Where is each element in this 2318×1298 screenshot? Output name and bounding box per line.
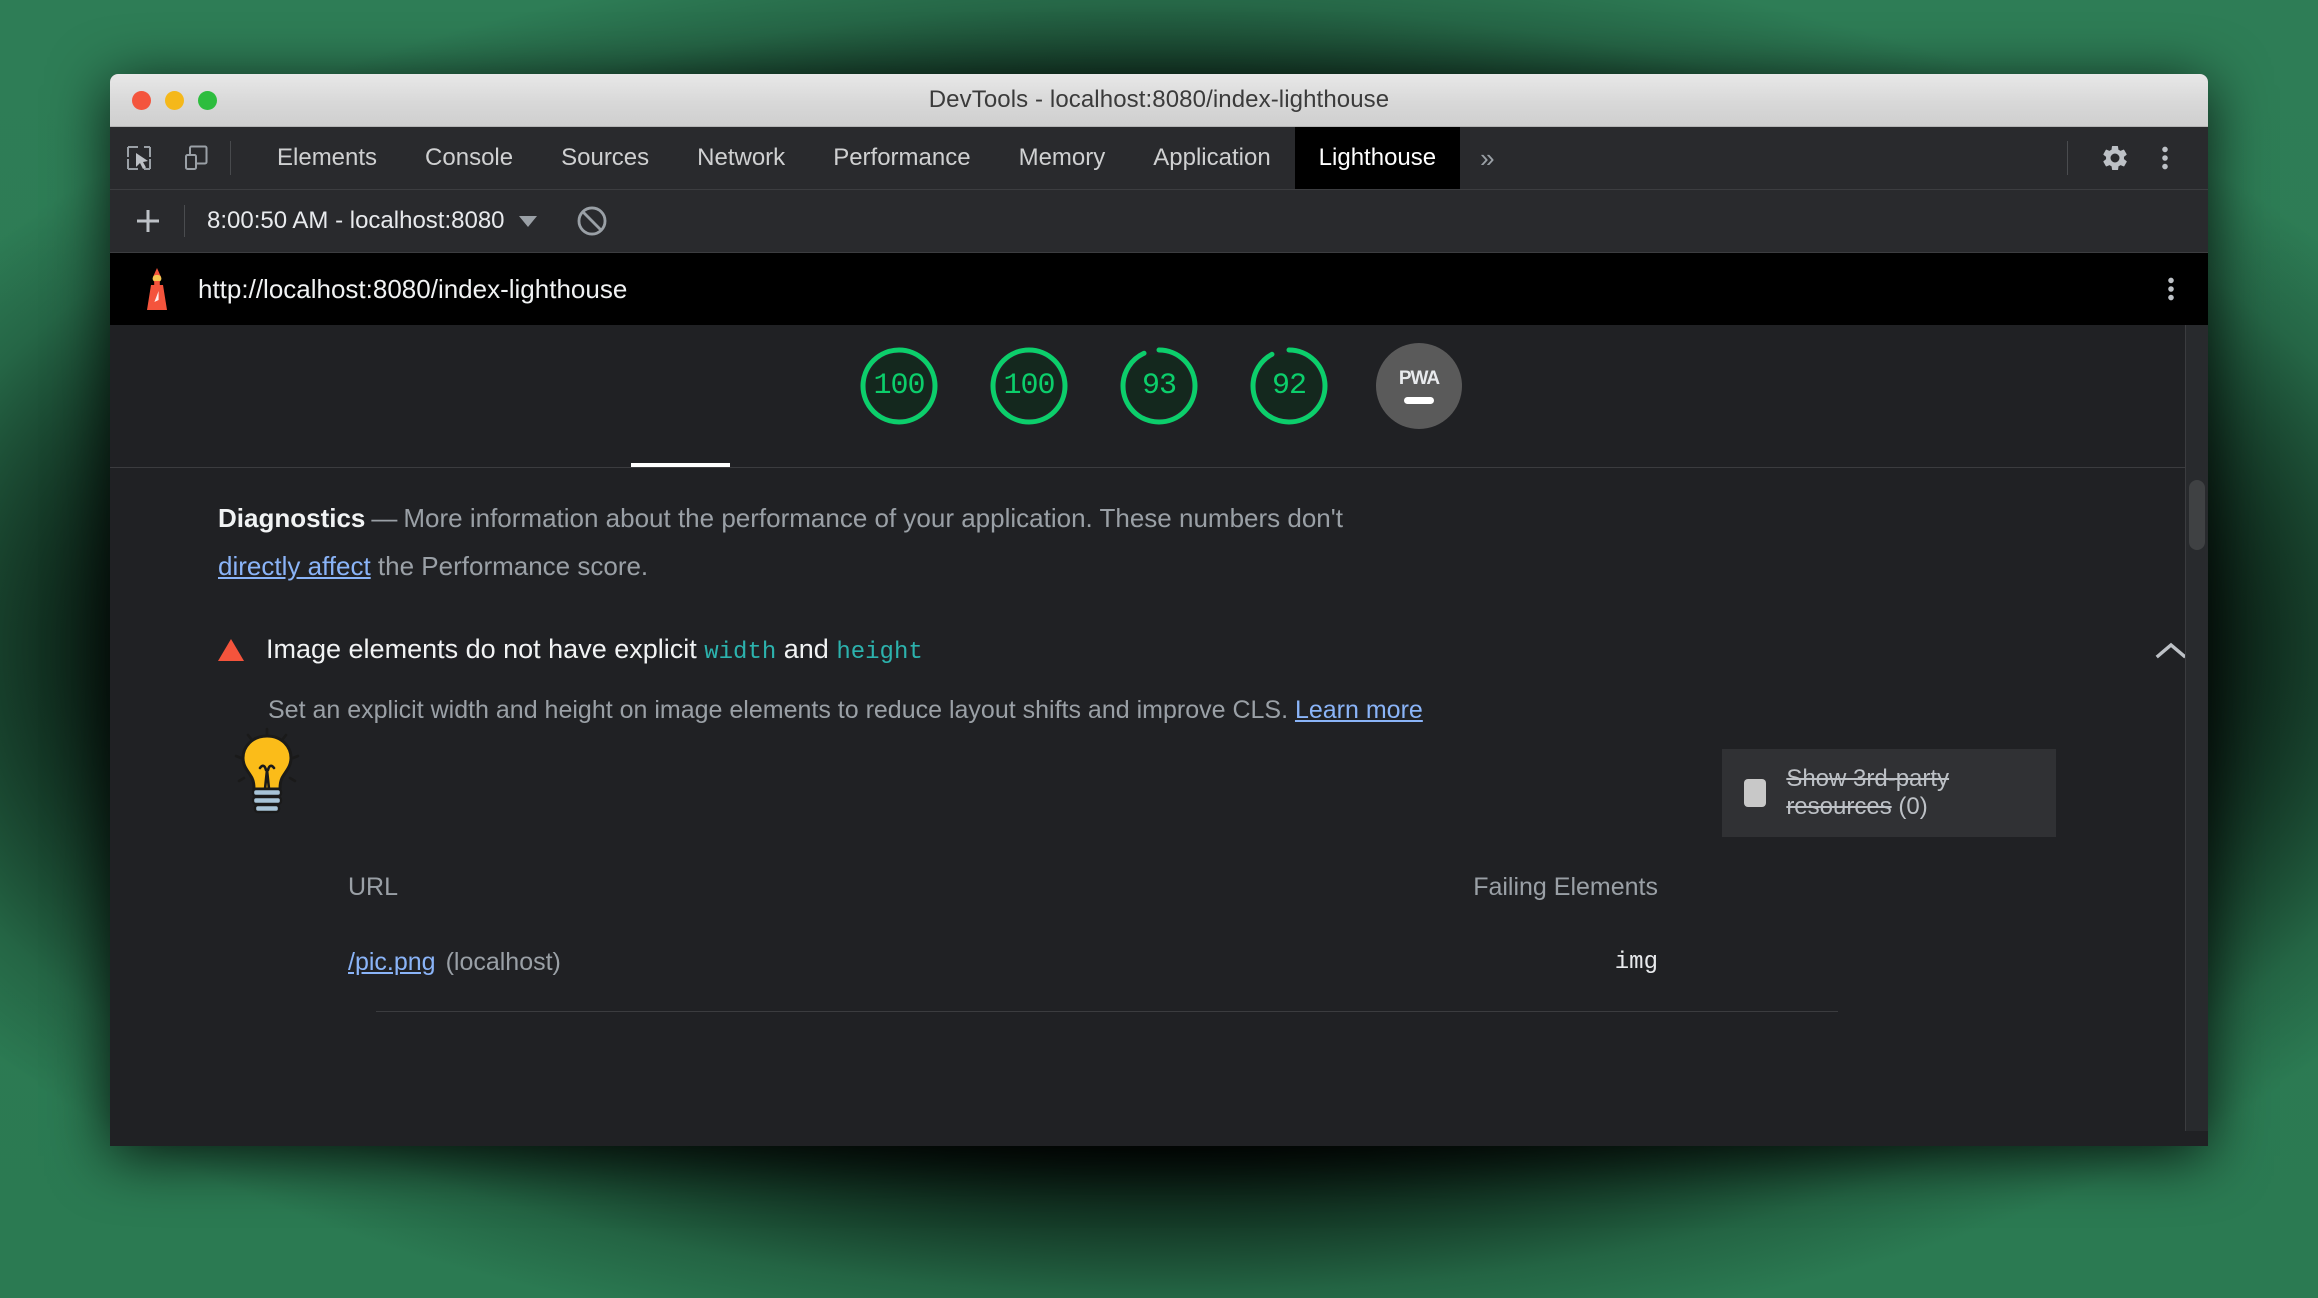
tab-performance[interactable]: Performance — [809, 127, 994, 189]
resource-url-link[interactable]: /pic.png — [348, 948, 436, 976]
devtools-window: DevTools - localhost:8080/index-lighthou… — [110, 74, 2208, 1146]
gauge-seo[interactable]: 92 — [1246, 343, 1332, 429]
devtools-tabstrip: Elements Console Sources Network Perform… — [110, 127, 2208, 190]
run-selector[interactable]: 8:00:50 AM - localhost:8080 — [207, 207, 537, 235]
gauge-score-seo: 92 — [1271, 369, 1307, 403]
pwa-label: PWA — [1398, 368, 1440, 389]
audit-title: Image elements do not have explicit widt… — [266, 634, 923, 666]
minimize-window-button[interactable] — [165, 90, 184, 110]
audit-title-text-1: Image elements do not have explicit — [266, 634, 705, 664]
audit-description-text: Set an explicit width and height on imag… — [268, 696, 1295, 724]
gauge-score-accessibility: 100 — [1003, 369, 1055, 403]
warning-triangle-icon — [218, 639, 244, 661]
vertical-scrollbar[interactable] — [2185, 325, 2208, 1131]
gauge-accessibility[interactable]: 100 — [986, 343, 1072, 429]
third-party-filter[interactable]: Show 3rd-party resources (0) — [1722, 749, 2056, 837]
audit-title-text-2: and — [776, 634, 837, 664]
table-head: URL Failing Elements — [268, 855, 1838, 924]
resource-host: (localhost) — [445, 948, 561, 976]
diagnostics-dash: — — [371, 503, 398, 533]
chevron-up-icon[interactable] — [2154, 640, 2188, 667]
show-third-party-label: Show 3rd-party resources (0) — [1786, 765, 2034, 821]
run-selector-label: 8:00:50 AM - localhost:8080 — [207, 207, 505, 234]
tab-memory[interactable]: Memory — [995, 127, 1130, 189]
kebab-menu-icon[interactable] — [2140, 133, 2190, 183]
close-window-button[interactable] — [132, 90, 151, 110]
learn-more-link[interactable]: Learn more — [1295, 696, 1423, 724]
tab-sources[interactable]: Sources — [537, 127, 673, 189]
third-party-filter-row: Show 3rd-party resources (0) — [268, 749, 2078, 837]
diagnostics-text-1: More information about the performance o… — [403, 503, 1343, 533]
window-titlebar: DevTools - localhost:8080/index-lighthou… — [110, 74, 2208, 127]
lightbulb-cursor-icon — [232, 723, 302, 819]
tab-lighthouse[interactable]: Lighthouse — [1294, 127, 1461, 189]
diagnostics-text-2: the Performance score. — [370, 551, 649, 581]
active-gauge-indicator — [631, 463, 730, 467]
tab-network[interactable]: Network — [673, 127, 809, 189]
plus-icon[interactable] — [126, 199, 170, 243]
diagnostics-heading: Diagnostics — [218, 503, 366, 533]
gauge-performance[interactable]: 100 — [856, 343, 942, 429]
audit-description: Set an explicit width and height on imag… — [268, 696, 2078, 725]
table-row: /pic.png (localhost) img — [268, 924, 1838, 1001]
tabstrip-actions — [2057, 127, 2208, 189]
inspect-element-icon[interactable] — [110, 127, 168, 189]
gear-icon[interactable] — [2090, 133, 2140, 183]
more-tabs-icon[interactable]: » — [1460, 127, 1514, 189]
report-url: http://localhost:8080/index-lighthouse — [198, 273, 628, 304]
toolbar-divider-2 — [184, 205, 185, 237]
show-third-party-checkbox[interactable] — [1744, 779, 1767, 807]
report-menu-icon[interactable] — [2148, 266, 2194, 312]
window-traffic-lights — [132, 74, 217, 126]
score-gauges-row: 100 100 93 92 PWA — [110, 325, 2208, 468]
gauge-score-best-practices: 93 — [1141, 369, 1177, 403]
cell-failing-element: img — [1614, 949, 1658, 976]
audit-title-row[interactable]: Image elements do not have explicit widt… — [218, 634, 2187, 666]
chevron-down-icon — [518, 215, 537, 227]
panel-tabs: Elements Console Sources Network Perform… — [253, 127, 1515, 189]
gauge-score-performance: 100 — [873, 369, 925, 403]
tab-application[interactable]: Application — [1129, 127, 1294, 189]
tab-elements[interactable]: Elements — [253, 127, 401, 189]
cell-url: /pic.png (localhost) — [268, 924, 891, 1001]
audit-image-size: Image elements do not have explicit widt… — [218, 634, 2208, 1012]
zoom-window-button[interactable] — [198, 90, 217, 110]
show-third-party-count: (0) — [1898, 793, 1928, 820]
column-header-failing-elements: Failing Elements — [1473, 873, 1658, 901]
lighthouse-logo-icon — [140, 266, 174, 312]
table-body: /pic.png (localhost) img — [268, 924, 1838, 1001]
column-header-url: URL — [348, 873, 399, 901]
toolbar-divider-right — [2067, 141, 2068, 175]
tab-console[interactable]: Console — [401, 127, 537, 189]
scrollbar-thumb[interactable] — [2189, 480, 2205, 550]
clear-prohibited-icon[interactable] — [575, 204, 609, 238]
gauge-pwa[interactable]: PWA — [1376, 343, 1462, 429]
table-row-divider — [376, 1011, 1838, 1012]
lighthouse-report-header: http://localhost:8080/index-lighthouse — [110, 253, 2208, 325]
diagnostics-intro: Diagnostics — More information about the p… — [218, 494, 1418, 590]
audit-results-table: URL Failing Elements /pic.png (localhost)… — [268, 855, 1838, 1001]
lighthouse-toolbar: 8:00:50 AM - localhost:8080 — [110, 190, 2208, 253]
gauge-best-practices[interactable]: 93 — [1116, 343, 1202, 429]
directly-affect-link[interactable]: directly affect — [218, 551, 371, 581]
table-header-row: URL Failing Elements — [268, 855, 1838, 924]
window-title: DevTools - localhost:8080/index-lighthou… — [928, 86, 1390, 113]
report-content: Diagnostics — More information about the p… — [110, 468, 2208, 1012]
screenshot-stage: DevTools - localhost:8080/index-lighthou… — [0, 0, 2318, 1298]
pwa-dash-icon — [1404, 397, 1434, 404]
audit-code-height: height — [836, 639, 923, 666]
lighthouse-report-body: 100 100 93 92 PWA Diagnostics — More inf… — [110, 325, 2208, 1131]
audit-code-width: width — [704, 639, 777, 666]
device-toolbar-icon[interactable] — [168, 127, 226, 189]
toolbar-divider — [230, 141, 231, 175]
score-gauges: 100 100 93 92 PWA — [110, 325, 2208, 429]
